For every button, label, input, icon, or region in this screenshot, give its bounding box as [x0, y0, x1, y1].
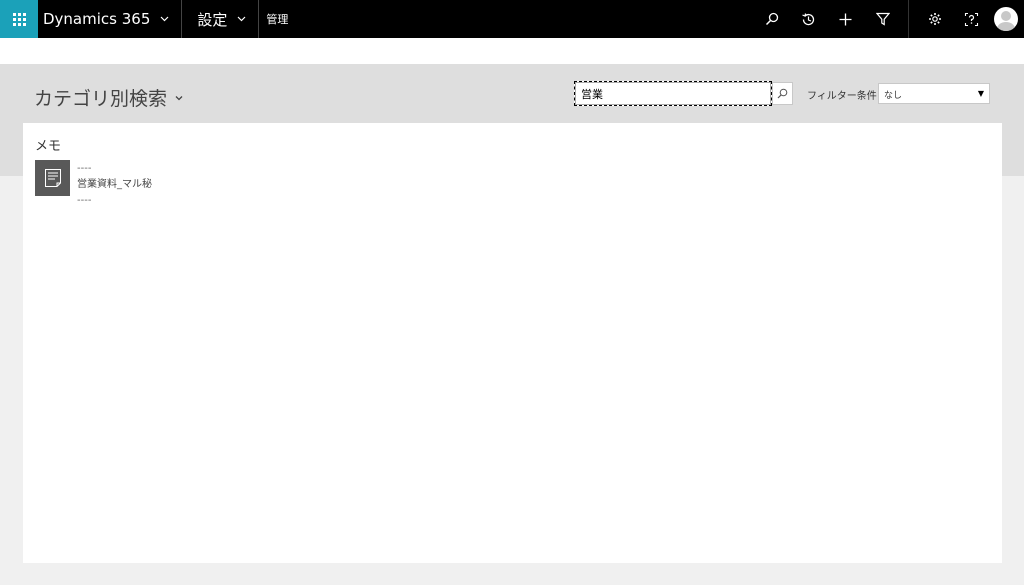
filter-select[interactable]: なし ▼: [878, 83, 990, 104]
breadcrumb[interactable]: 管理: [259, 0, 288, 38]
gear-icon: [928, 13, 941, 25]
result-line-2: 営業資料_マル秘: [77, 179, 152, 190]
waffle-icon: [12, 12, 26, 26]
result-line-3: ----: [77, 195, 92, 206]
chevron-down-icon: [175, 95, 183, 101]
settings-button[interactable]: [916, 0, 953, 38]
result-line-1: ----: [77, 163, 92, 174]
user-avatar[interactable]: [994, 7, 1018, 31]
search-icon: [777, 88, 788, 99]
create-button[interactable]: [827, 0, 864, 38]
filter-label: フィルター条件: [807, 91, 877, 102]
area-switcher[interactable]: 設定: [182, 0, 260, 38]
result-text: ---- 営業資料_マル秘 ----: [77, 161, 152, 209]
results-panel: メモ ---- 営業資料_マル秘 ----: [23, 123, 1002, 563]
chevron-down-icon: [160, 16, 169, 22]
dropdown-arrow-icon: ▼: [977, 89, 984, 98]
nav-actions: [753, 0, 1024, 38]
recent-button[interactable]: [790, 0, 827, 38]
note-icon: [35, 160, 70, 196]
search-icon: [765, 12, 778, 26]
command-bar: [0, 38, 1024, 64]
section-title: メモ: [35, 139, 62, 154]
divider: [908, 0, 909, 38]
page-title[interactable]: カテゴリ別検索: [34, 84, 183, 111]
history-icon: [802, 12, 815, 25]
brand-name: Dynamics 365: [43, 10, 151, 28]
chevron-down-icon: [237, 16, 246, 22]
app-launcher-button[interactable]: [0, 0, 38, 38]
help-button[interactable]: [953, 0, 990, 38]
advanced-find-button[interactable]: [864, 0, 901, 38]
filter-icon: [875, 12, 890, 26]
top-navigation-bar: Dynamics 365 設定 管理: [0, 0, 1024, 38]
area-name: 設定: [197, 10, 228, 29]
page-title-text: カテゴリ別検索: [34, 88, 168, 110]
search-button[interactable]: [753, 0, 790, 38]
app-switcher[interactable]: Dynamics 365: [38, 0, 183, 38]
filter-selected-value: なし: [884, 91, 903, 101]
search-input[interactable]: [574, 81, 772, 106]
plus-icon: [839, 13, 852, 25]
help-icon: [964, 12, 979, 26]
search-submit-button[interactable]: [772, 82, 793, 105]
result-item[interactable]: ---- 営業資料_マル秘 ----: [35, 160, 152, 209]
